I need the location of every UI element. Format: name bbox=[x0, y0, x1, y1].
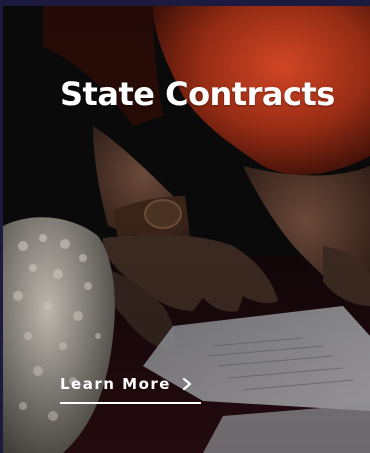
learn-more-link[interactable]: Learn More bbox=[60, 375, 201, 404]
card-title: State Contracts bbox=[60, 75, 335, 113]
learn-more-label: Learn More bbox=[60, 375, 171, 393]
chevron-right-icon bbox=[182, 377, 192, 391]
state-contracts-card: State Contracts Learn More bbox=[0, 0, 370, 453]
